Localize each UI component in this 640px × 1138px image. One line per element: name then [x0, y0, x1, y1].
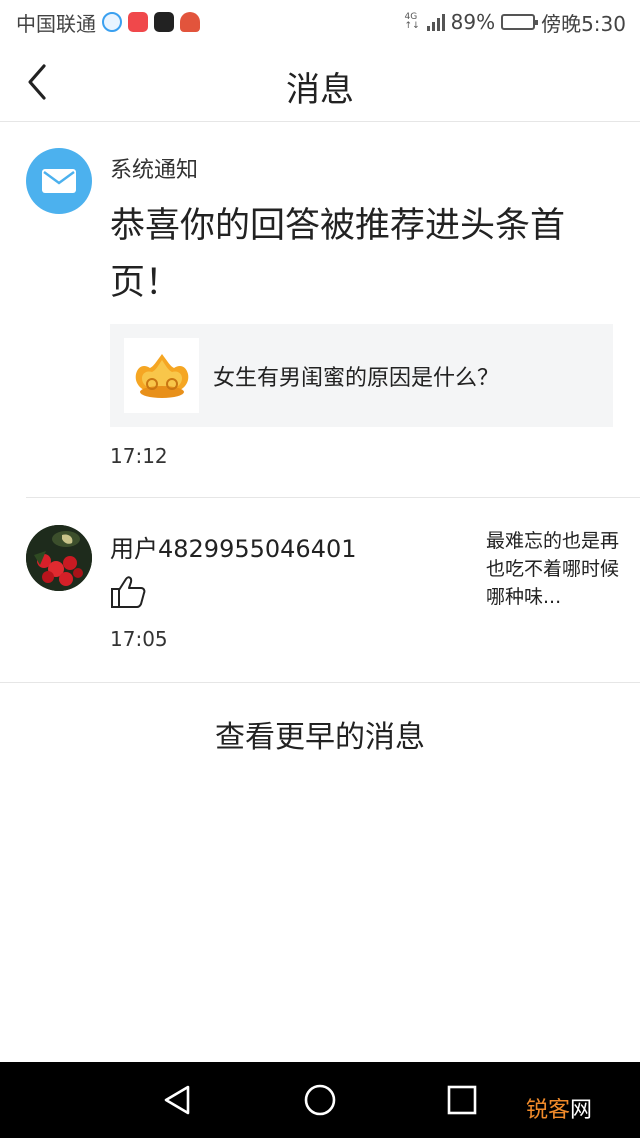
page-title: 消息 — [286, 70, 354, 110]
signal-icon — [426, 13, 445, 31]
watermark-rest: 网 — [569, 1098, 592, 1123]
list-item[interactable]: 用户4829955046401 最难忘的也是再也吃不着哪时候哪种味... 17:… — [0, 499, 640, 683]
battery-percent: 89% — [450, 10, 496, 34]
header: 消息 — [0, 44, 640, 122]
nav-home-button[interactable] — [302, 1082, 338, 1118]
divider — [0, 682, 640, 683]
message-time: 17:05 — [110, 627, 168, 651]
douyin-notification-icon — [154, 12, 174, 32]
card-title: 女生有男闺蜜的原因是什么？ — [213, 366, 500, 391]
card-thumbnail — [124, 338, 199, 413]
load-earlier-button[interactable]: 查看更早的消息 — [0, 712, 640, 756]
list-item[interactable]: 系统通知 恭喜你的回答被推荐进头条首页！ 女生有男闺蜜的原因是什么？ 17:12 — [0, 122, 640, 498]
sender-name: 系统通知 — [110, 158, 199, 183]
watermark-accent: 锐客 — [525, 1098, 570, 1123]
message-time: 17:12 — [110, 444, 168, 468]
navigation-bar: 锐客网 — [0, 1062, 640, 1138]
message-headline: 恭喜你的回答被推荐进头条首页！ — [110, 206, 566, 303]
status-left: 中国联通 — [16, 8, 200, 37]
square-recents-icon — [447, 1085, 477, 1115]
battery-icon — [501, 14, 539, 30]
toutiao-notification-icon — [128, 12, 148, 32]
avatar-image — [26, 525, 92, 591]
alipay-notification-icon — [102, 12, 122, 32]
username[interactable]: 用户4829955046401 — [110, 529, 357, 564]
circle-home-icon — [304, 1084, 336, 1116]
system-avatar — [26, 148, 92, 214]
mail-icon — [42, 169, 76, 193]
thumbs-up-icon — [111, 576, 146, 608]
toutiao-gold-logo — [135, 353, 188, 398]
status-right: 4G ↑↓ 89% 傍晚5:30 — [405, 8, 626, 37]
nav-recents-button[interactable] — [444, 1082, 480, 1118]
carrier-label: 中国联通 — [16, 11, 96, 36]
network-type-label: 4G ↑↓ — [404, 12, 420, 31]
nav-back-button[interactable] — [160, 1082, 196, 1118]
answer-snippet[interactable]: 最难忘的也是再也吃不着哪时候哪种味... — [486, 527, 620, 611]
triangle-back-icon — [164, 1085, 190, 1115]
watermark: 锐客网 — [526, 1092, 592, 1124]
clock: 傍晚5:30 — [541, 11, 626, 36]
question-card[interactable]: 女生有男闺蜜的原因是什么？ — [110, 324, 613, 427]
status-bar: 中国联通 4G ↑↓ 89% 傍晚5:30 — [0, 0, 640, 44]
app-notification-icon — [180, 12, 200, 32]
divider — [26, 497, 640, 498]
user-avatar[interactable] — [26, 525, 92, 591]
